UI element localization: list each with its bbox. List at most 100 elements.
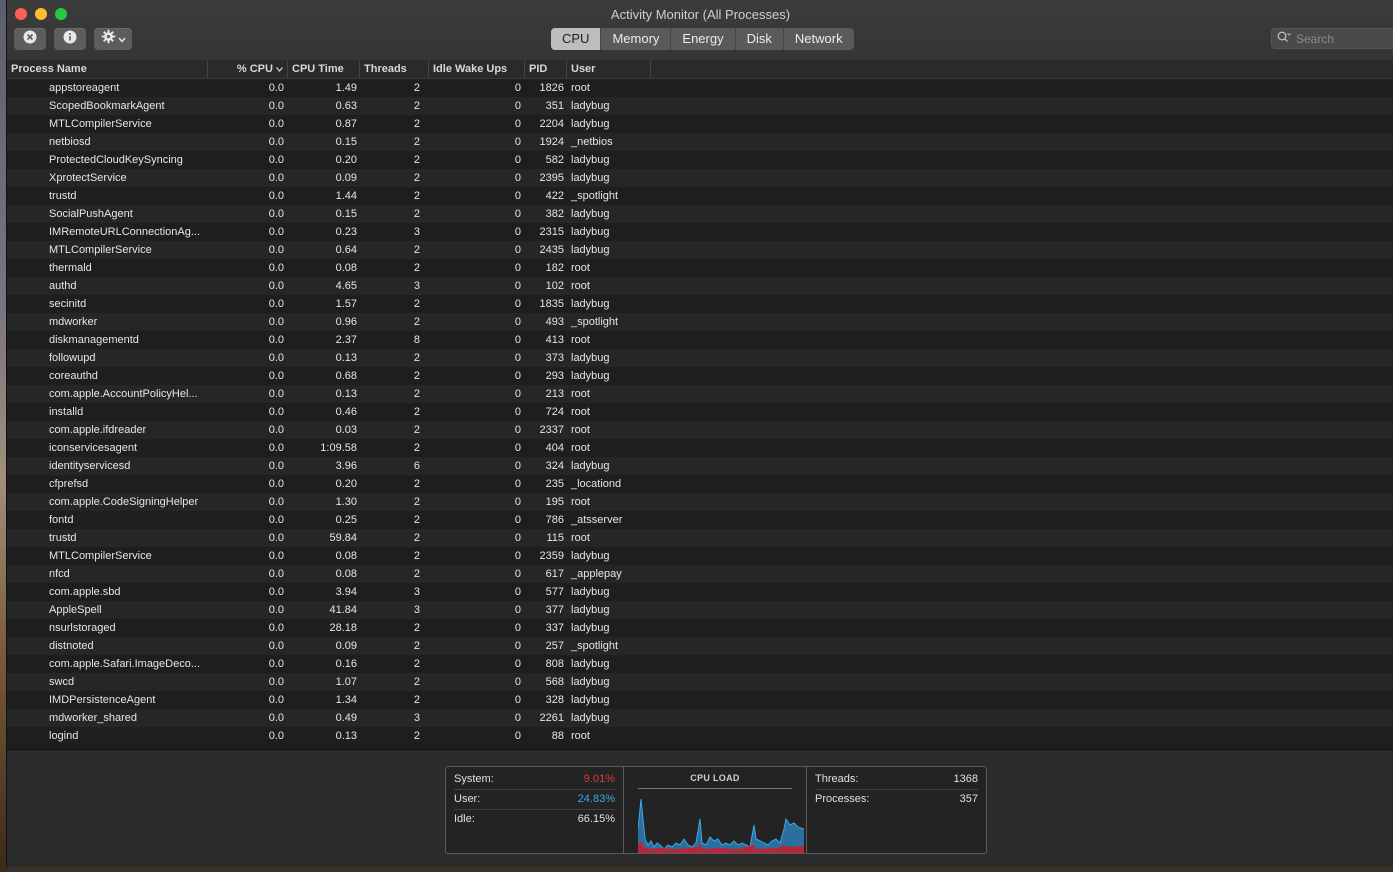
tab-network[interactable]: Network: [782, 28, 854, 50]
user-cell: root: [571, 82, 590, 94]
cpu-percent-cell: 0.0: [268, 208, 284, 220]
cpu-percent-cell: 0.0: [268, 712, 284, 724]
cpu-load-graph: [638, 798, 804, 853]
table-row[interactable]: com.apple.AccountPolicyHel... 0.0 0.13 2 0 21…: [7, 385, 1393, 403]
pid-cell: 373: [545, 352, 564, 364]
user-cell: root: [571, 730, 590, 742]
table-row[interactable]: AppleSpell 0.0 41.84 3 0 377 ladybug: [7, 601, 1393, 619]
column-header-cpu[interactable]: % CPU: [208, 60, 288, 78]
cpu-time-cell: 0.25: [335, 514, 357, 526]
table-row[interactable]: coreauthd 0.0 0.68 2 0 293 ladybug: [7, 367, 1393, 385]
pid-cell: 257: [545, 640, 564, 652]
column-header-cpu-time[interactable]: CPU Time: [288, 60, 360, 78]
table-row[interactable]: XprotectService 0.0 0.09 2 0 2395 ladybug: [7, 169, 1393, 187]
table-row[interactable]: installd 0.0 0.46 2 0 724 root: [7, 403, 1393, 421]
cpu-load-user-line: [638, 798, 804, 850]
table-row[interactable]: netbiosd 0.0 0.15 2 0 1924 _netbios: [7, 133, 1393, 151]
table-row[interactable]: MTLCompilerService 0.0 0.08 2 0 2359 ladybug: [7, 547, 1393, 565]
user-cell: root: [571, 262, 590, 274]
process-name-cell: logind: [49, 730, 79, 742]
user-cell: _spotlight: [571, 316, 619, 328]
threads-cell: 3: [413, 226, 420, 238]
table-row[interactable]: secinitd 0.0 1.57 2 0 1835 ladybug: [7, 295, 1393, 313]
table-row[interactable]: distnoted 0.0 0.09 2 0 257 _spotlight: [7, 637, 1393, 655]
table-row[interactable]: iconservicesagent 0.0 1:09.58 2 0 404 root: [7, 439, 1393, 457]
idle-wake-ups-cell: 0: [514, 532, 521, 544]
table-row[interactable]: mdworker 0.0 0.96 2 0 493 _spotlight: [7, 313, 1393, 331]
threads-cell: 2: [413, 478, 420, 490]
table-row[interactable]: cfprefsd 0.0 0.20 2 0 235 _locationd: [7, 475, 1393, 493]
pid-cell: 293: [545, 370, 564, 382]
tab-energy[interactable]: Energy: [670, 28, 734, 50]
user-cell: ladybug: [571, 118, 610, 130]
cpu-percent-cell: 0.0: [268, 388, 284, 400]
table-row[interactable]: logind 0.0 0.13 2 0 88 root: [7, 727, 1393, 745]
table-row[interactable]: com.apple.CodeSigningHelper 0.0 1.30 2 0 195 r…: [7, 493, 1393, 511]
table-row[interactable]: trustd 0.0 1.44 2 0 422 _spotlight: [7, 187, 1393, 205]
process-name-cell: com.apple.ifdreader: [49, 424, 147, 436]
column-header-idle-wake-ups[interactable]: Idle Wake Ups: [429, 60, 525, 78]
column-header-threads[interactable]: Threads: [360, 60, 429, 78]
idle-wake-ups-cell: 0: [514, 712, 521, 724]
table-row[interactable]: nfcd 0.0 0.08 2 0 617 _applepay: [7, 565, 1393, 583]
pid-cell: 2261: [539, 712, 564, 724]
table-row[interactable]: swcd 0.0 1.07 2 0 568 ladybug: [7, 673, 1393, 691]
cpu-time-cell: 1.07: [335, 676, 357, 688]
cpu-percent-cell: 0.0: [268, 316, 284, 328]
table-row[interactable]: identityservicesd 0.0 3.96 6 0 324 ladybug: [7, 457, 1393, 475]
user-cell: root: [571, 406, 590, 418]
user-cell: root: [571, 280, 590, 292]
search-input[interactable]: [1294, 30, 1393, 47]
threads-cell: 2: [413, 136, 420, 148]
user-cell: root: [571, 442, 590, 454]
threads-cell: 2: [413, 550, 420, 562]
process-name-cell: iconservicesagent: [49, 442, 138, 454]
idle-wake-ups-cell: 0: [514, 676, 521, 688]
cpu-time-cell: 0.09: [335, 640, 357, 652]
table-row[interactable]: IMRemoteURLConnectionAg... 0.0 0.23 3 0 2315 l…: [7, 223, 1393, 241]
table-row[interactable]: com.apple.sbd 0.0 3.94 3 0 577 ladybug: [7, 583, 1393, 601]
process-name-cell: coreauthd: [49, 370, 98, 382]
process-name-cell: ScopedBookmarkAgent: [49, 100, 165, 112]
table-row[interactable]: trustd 0.0 59.84 2 0 115 root: [7, 529, 1393, 547]
process-table[interactable]: appstoreagent 0.0 1.49 2 0 1826 root ScopedBook…: [7, 79, 1393, 749]
table-row[interactable]: ProtectedCloudKeySyncing 0.0 0.20 2 0 582 lady…: [7, 151, 1393, 169]
cpu-percent-cell: 0.0: [268, 604, 284, 616]
column-header-process-name[interactable]: Process Name: [7, 60, 208, 78]
table-row[interactable]: MTLCompilerService 0.0 0.64 2 0 2435 ladybug: [7, 241, 1393, 259]
table-row[interactable]: MTLCompilerService 0.0 0.87 2 0 2204 ladybug: [7, 115, 1393, 133]
action-menu-button[interactable]: [94, 28, 132, 50]
pid-cell: 617: [545, 568, 564, 580]
table-row[interactable]: followupd 0.0 0.13 2 0 373 ladybug: [7, 349, 1393, 367]
table-row[interactable]: IMDPersistenceAgent 0.0 1.34 2 0 328 ladybug: [7, 691, 1393, 709]
table-row[interactable]: SocialPushAgent 0.0 0.15 2 0 382 ladybug: [7, 205, 1393, 223]
user-cell: ladybug: [571, 244, 610, 256]
column-header-user[interactable]: User: [567, 60, 651, 78]
search-field[interactable]: [1271, 28, 1393, 49]
tab-disk[interactable]: Disk: [734, 28, 783, 50]
table-row[interactable]: com.apple.Safari.ImageDeco... 0.0 0.16 2 0 80…: [7, 655, 1393, 673]
table-row[interactable]: fontd 0.0 0.25 2 0 786 _atsserver: [7, 511, 1393, 529]
column-header-pid[interactable]: PID: [525, 60, 567, 78]
table-row[interactable]: authd 0.0 4.65 3 0 102 root: [7, 277, 1393, 295]
cpu-percent-cell: 0.0: [268, 460, 284, 472]
pid-cell: 493: [545, 316, 564, 328]
table-row[interactable]: diskmanagementd 0.0 2.37 8 0 413 root: [7, 331, 1393, 349]
process-name-cell: authd: [49, 280, 77, 292]
table-row[interactable]: ScopedBookmarkAgent 0.0 0.63 2 0 351 ladybug: [7, 97, 1393, 115]
table-row[interactable]: thermald 0.0 0.08 2 0 182 root: [7, 259, 1393, 277]
table-row[interactable]: nsurlstoraged 0.0 28.18 2 0 337 ladybug: [7, 619, 1393, 637]
tab-cpu[interactable]: CPU: [551, 28, 601, 50]
cpu-time-cell: 0.15: [335, 136, 357, 148]
idle-wake-ups-cell: 0: [514, 568, 521, 580]
threads-cell: 2: [413, 298, 420, 310]
stop-process-button[interactable]: [14, 28, 46, 50]
inspect-process-button[interactable]: [54, 28, 86, 50]
table-row[interactable]: appstoreagent 0.0 1.49 2 0 1826 root: [7, 79, 1393, 97]
tab-memory[interactable]: Memory: [600, 28, 670, 50]
table-row[interactable]: com.apple.ifdreader 0.0 0.03 2 0 2337 root: [7, 421, 1393, 439]
table-row[interactable]: mdworker_shared 0.0 0.49 3 0 2261 ladybug: [7, 709, 1393, 727]
activity-monitor-window: Activity Monitor (All Processes) CPU Mem…: [6, 0, 1393, 867]
threads-cell: 2: [413, 622, 420, 634]
threads-cell: 2: [413, 190, 420, 202]
